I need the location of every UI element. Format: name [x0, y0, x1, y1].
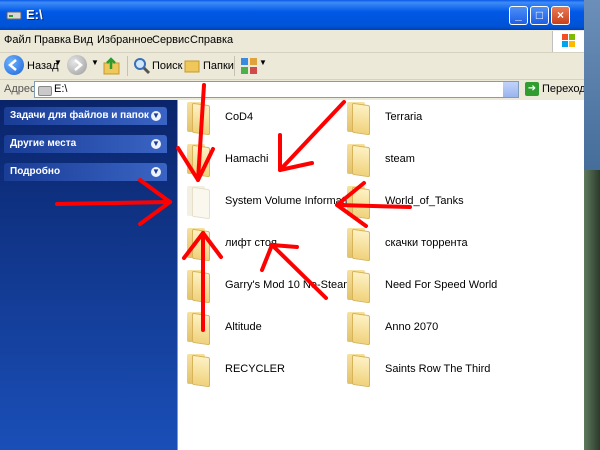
search-button[interactable]: Поиск [152, 60, 182, 72]
folder-icon [183, 226, 213, 262]
folder-name: Garry's Mod 10 No-Steam [225, 279, 353, 291]
folder-name: Terraria [385, 111, 423, 123]
panel-title: Задачи для файлов и папок [10, 110, 149, 121]
search-icon[interactable] [133, 57, 151, 75]
drive-icon [6, 11, 22, 20]
address-bar: Адрес: E:\ ➜ Переход [0, 80, 584, 100]
panel-details[interactable]: Подробно ▼ [4, 163, 167, 181]
file-list: CoD4 Hamachi System Volume Information л… [177, 100, 584, 450]
folder-name: лифт стоя... [225, 237, 287, 249]
folder-icon [343, 184, 373, 220]
folder-icon [343, 352, 373, 388]
toolbar-separator [127, 56, 128, 76]
back-dropdown-icon[interactable]: ▼ [54, 58, 62, 67]
toolbar-separator [234, 56, 235, 76]
folder-icon [183, 142, 213, 178]
views-dropdown-icon[interactable]: ▼ [259, 58, 267, 67]
views-icon[interactable] [240, 57, 258, 75]
menu-bar: Файл Правка Вид Избранное Сервис Справка [0, 30, 584, 53]
menu-edit[interactable]: Правка [34, 34, 71, 46]
folder-icon [183, 100, 213, 136]
back-arrow-icon[interactable] [4, 55, 24, 75]
menu-help[interactable]: Справка [190, 34, 233, 46]
folder-icon [343, 142, 373, 178]
address-value: E:\ [54, 83, 68, 95]
maximize-button[interactable]: □ [530, 6, 549, 25]
folder-icon [183, 268, 213, 304]
folder-icon [183, 352, 213, 388]
folder-icon [183, 184, 213, 220]
folder-icon [183, 310, 213, 346]
address-input[interactable]: E:\ [34, 81, 519, 98]
window-title: E:\ [26, 7, 43, 22]
go-button[interactable]: Переход [542, 83, 584, 95]
folders-icon[interactable] [183, 57, 201, 75]
folder-name: RECYCLER [225, 363, 285, 375]
folder-name: Saints Row The Third [385, 363, 491, 375]
folder-icon [343, 310, 373, 346]
title-bar[interactable]: E:\ _ □ × [0, 0, 584, 30]
folder-icon [343, 268, 373, 304]
folders-button[interactable]: Папки [203, 60, 234, 72]
menu-view[interactable]: Вид [73, 34, 93, 46]
chevron-down-icon[interactable]: ▼ [151, 111, 161, 121]
up-folder-icon[interactable] [102, 56, 122, 76]
folder-name: скачки торрента [385, 237, 468, 249]
folder-name: steam [385, 153, 415, 165]
panel-title: Другие места [10, 138, 77, 149]
minimize-button[interactable]: _ [509, 6, 528, 25]
forward-arrow-icon[interactable] [67, 55, 87, 75]
menu-tools[interactable]: Сервис [152, 34, 190, 46]
folder-name: Need For Speed World [385, 279, 498, 291]
folder-name: World_of_Tanks [385, 195, 464, 207]
menu-favorites[interactable]: Избранное [97, 34, 153, 46]
task-pane: Задачи для файлов и папок ▼ Другие места… [0, 100, 177, 450]
go-arrow-icon[interactable]: ➜ [525, 82, 539, 96]
folder-icon [343, 226, 373, 262]
windows-logo-icon [552, 31, 584, 52]
panel-title: Подробно [10, 166, 61, 177]
folder-name: System Volume Information [225, 195, 360, 207]
toolbar: Назад ▼ ▼ Поиск Папки ▼ [0, 53, 584, 80]
folder-name: Anno 2070 [385, 321, 439, 333]
chevron-down-icon[interactable]: ▼ [151, 139, 161, 149]
folder-icon [343, 100, 373, 136]
close-button[interactable]: × [551, 6, 570, 25]
drive-icon [38, 86, 52, 96]
menu-file[interactable]: Файл [4, 34, 31, 46]
panel-file-tasks[interactable]: Задачи для файлов и папок ▼ [4, 107, 167, 125]
panel-other-places[interactable]: Другие места ▼ [4, 135, 167, 153]
folder-name: CoD4 [225, 111, 254, 123]
folder-name: Hamachi [225, 153, 269, 165]
forward-dropdown-icon[interactable]: ▼ [91, 58, 99, 67]
folder-name: Altitude [225, 321, 262, 333]
chevron-down-icon[interactable]: ▼ [151, 167, 161, 177]
explorer-window: E:\ _ □ × Файл Правка Вид Избранное Серв… [0, 0, 584, 450]
address-dropdown-icon[interactable] [503, 82, 518, 97]
